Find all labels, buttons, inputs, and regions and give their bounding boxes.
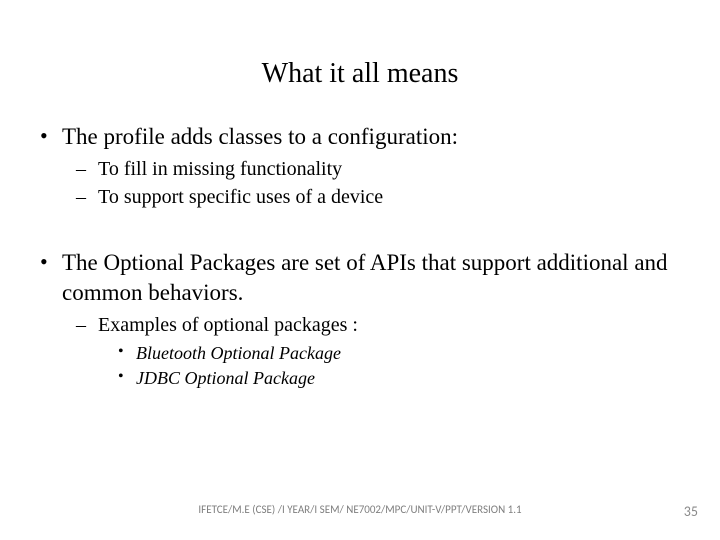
sub-bullet-list: To fill in missing functionality To supp…: [62, 156, 690, 210]
sub-sub-bullet-text: Bluetooth Optional Package: [136, 343, 341, 363]
bullet-list: The Optional Packages are set of APIs th…: [36, 248, 690, 391]
sub-bullet-list: Examples of optional packages : Bluetoot…: [62, 312, 690, 391]
sub-sub-bullet-item: Bluetooth Optional Package: [98, 342, 690, 365]
footer-text: IFETCE/M.E (CSE) /I YEAR/I SEM/ NE7002/M…: [0, 503, 720, 516]
sub-bullet-text: To support specific uses of a device: [98, 186, 383, 208]
page-number: 35: [684, 503, 698, 520]
sub-sub-bullet-text: JDBC Optional Package: [136, 368, 315, 388]
bullet-list: The profile adds classes to a configurat…: [36, 122, 690, 210]
bullet-text: The profile adds classes to a configurat…: [62, 124, 458, 149]
sub-bullet-text: To fill in missing functionality: [98, 158, 342, 180]
slide-title: What it all means: [0, 0, 720, 122]
sub-bullet-item: Examples of optional packages : Bluetoot…: [62, 312, 690, 391]
bullet-text: The Optional Packages are set of APIs th…: [62, 250, 668, 305]
sub-bullet-text: Examples of optional packages :: [98, 314, 358, 336]
bullet-item: The profile adds classes to a configurat…: [36, 122, 690, 210]
bullet-item: The Optional Packages are set of APIs th…: [36, 248, 690, 391]
slide-content: The profile adds classes to a configurat…: [0, 122, 720, 390]
slide: What it all means The profile adds class…: [0, 0, 720, 540]
sub-sub-bullet-list: Bluetooth Optional Package JDBC Optional…: [98, 342, 690, 391]
sub-sub-bullet-item: JDBC Optional Package: [98, 367, 690, 390]
sub-bullet-item: To fill in missing functionality: [62, 156, 690, 182]
spacer: [36, 216, 690, 248]
sub-bullet-item: To support specific uses of a device: [62, 184, 690, 210]
